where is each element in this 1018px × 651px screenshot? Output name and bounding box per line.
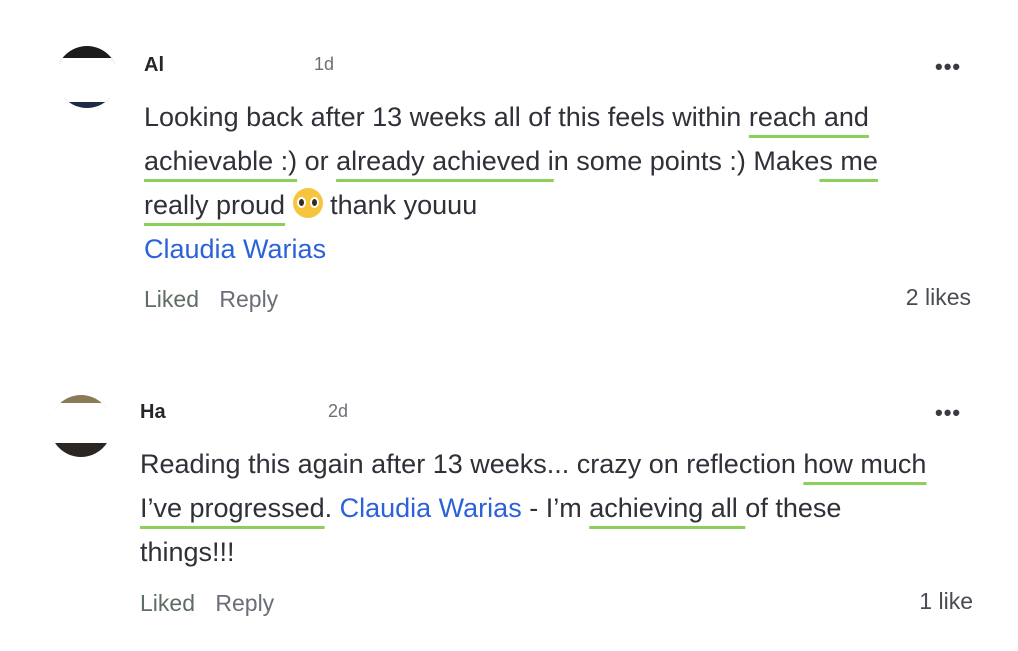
- comment-timestamp: 2d: [328, 401, 349, 421]
- mention-link[interactable]: Claudia Warias: [340, 493, 522, 523]
- comment-actions: Liked Reply: [140, 590, 274, 617]
- highlighted-text: achieving all: [589, 493, 746, 523]
- avatar[interactable]: [50, 395, 112, 457]
- likes-count[interactable]: 1 like: [919, 588, 973, 615]
- comment-author[interactable]: Ha: [140, 401, 166, 424]
- more-options-icon[interactable]: •••: [935, 402, 961, 424]
- like-button[interactable]: Liked: [140, 590, 195, 616]
- text-segment: .: [324, 493, 340, 523]
- reply-button[interactable]: Reply: [215, 590, 274, 616]
- comment-body: Reading this again after 13 weeks... cra…: [140, 442, 940, 574]
- comment-2: Ha 2d ••• Reading this again after 13 we…: [0, 0, 1018, 651]
- text-segment: Reading this again after 13 weeks... cra…: [140, 449, 804, 479]
- text-segment: - I’m: [521, 493, 590, 523]
